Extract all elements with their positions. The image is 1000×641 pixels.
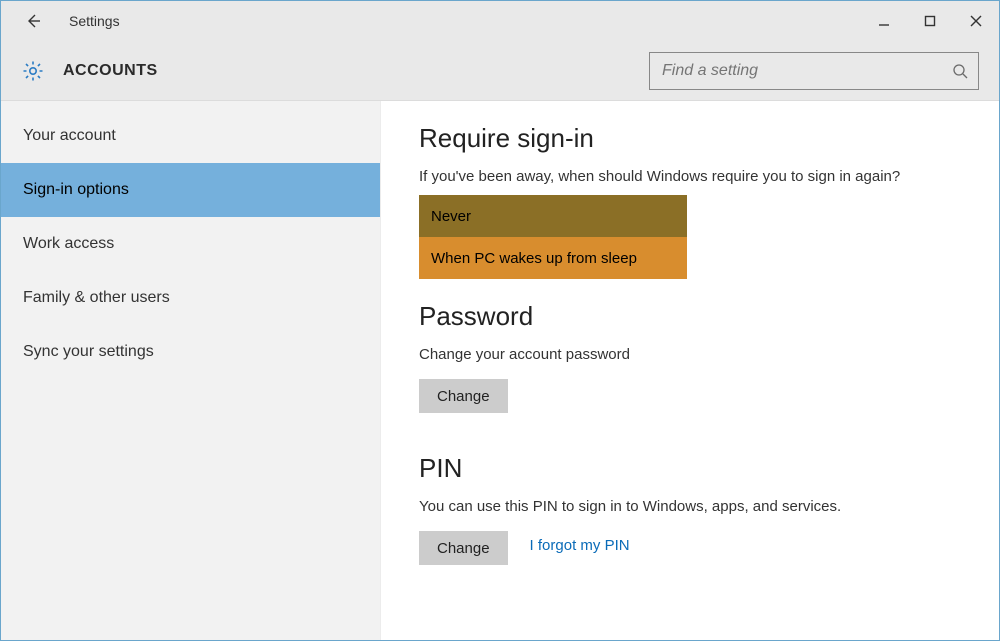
settings-window: Settings ACCOUNTS [0,0,1000,641]
search-input[interactable] [662,62,944,80]
password-section: Password Change your account password Ch… [419,301,979,413]
password-description: Change your account password [419,346,979,363]
dropdown-option-label: Never [431,208,471,225]
sidebar-item-label: Work access [23,235,114,253]
sidebar-item-work-access[interactable]: Work access [1,217,380,271]
page-title: ACCOUNTS [63,62,158,80]
button-label: Change [437,388,490,405]
titlebar: Settings [1,1,999,41]
dropdown-option-label: When PC wakes up from sleep [431,250,637,267]
window-controls [861,1,999,41]
dropdown-option-when-pc-wakes[interactable]: When PC wakes up from sleep [419,237,687,279]
back-button[interactable] [21,9,45,33]
sidebar-item-label: Family & other users [23,289,170,307]
header: ACCOUNTS [1,41,999,101]
sidebar-item-sync-your-settings[interactable]: Sync your settings [1,325,380,379]
sidebar-item-family-other-users[interactable]: Family & other users [1,271,380,325]
sidebar-item-your-account[interactable]: Your account [1,109,380,163]
search-icon [952,63,968,79]
require-signin-heading: Require sign-in [419,123,979,154]
window-title: Settings [69,13,120,29]
require-signin-description: If you've been away, when should Windows… [419,168,979,185]
password-change-button[interactable]: Change [419,379,508,413]
sidebar-item-sign-in-options[interactable]: Sign-in options [1,163,380,217]
minimize-button[interactable] [861,1,907,41]
pin-section: PIN You can use this PIN to sign in to W… [419,453,979,565]
password-heading: Password [419,301,979,332]
body: Your account Sign-in options Work access… [1,101,999,640]
sidebar-item-label: Sync your settings [23,343,154,361]
button-label: Change [437,540,490,557]
sidebar-item-label: Your account [23,127,116,145]
sidebar-item-label: Sign-in options [23,181,129,199]
pin-change-button[interactable]: Change [419,531,508,565]
search-box[interactable] [649,52,979,90]
pin-heading: PIN [419,453,979,484]
require-signin-section: Require sign-in If you've been away, whe… [419,123,979,279]
gear-icon [21,59,45,83]
close-button[interactable] [953,1,999,41]
maximize-button[interactable] [907,1,953,41]
sidebar: Your account Sign-in options Work access… [1,101,381,640]
forgot-pin-link[interactable]: I forgot my PIN [530,537,630,554]
dropdown-option-never[interactable]: Never [419,195,687,237]
content: Require sign-in If you've been away, whe… [381,101,999,640]
require-signin-dropdown[interactable]: Never When PC wakes up from sleep [419,195,687,279]
pin-description: You can use this PIN to sign in to Windo… [419,498,979,515]
